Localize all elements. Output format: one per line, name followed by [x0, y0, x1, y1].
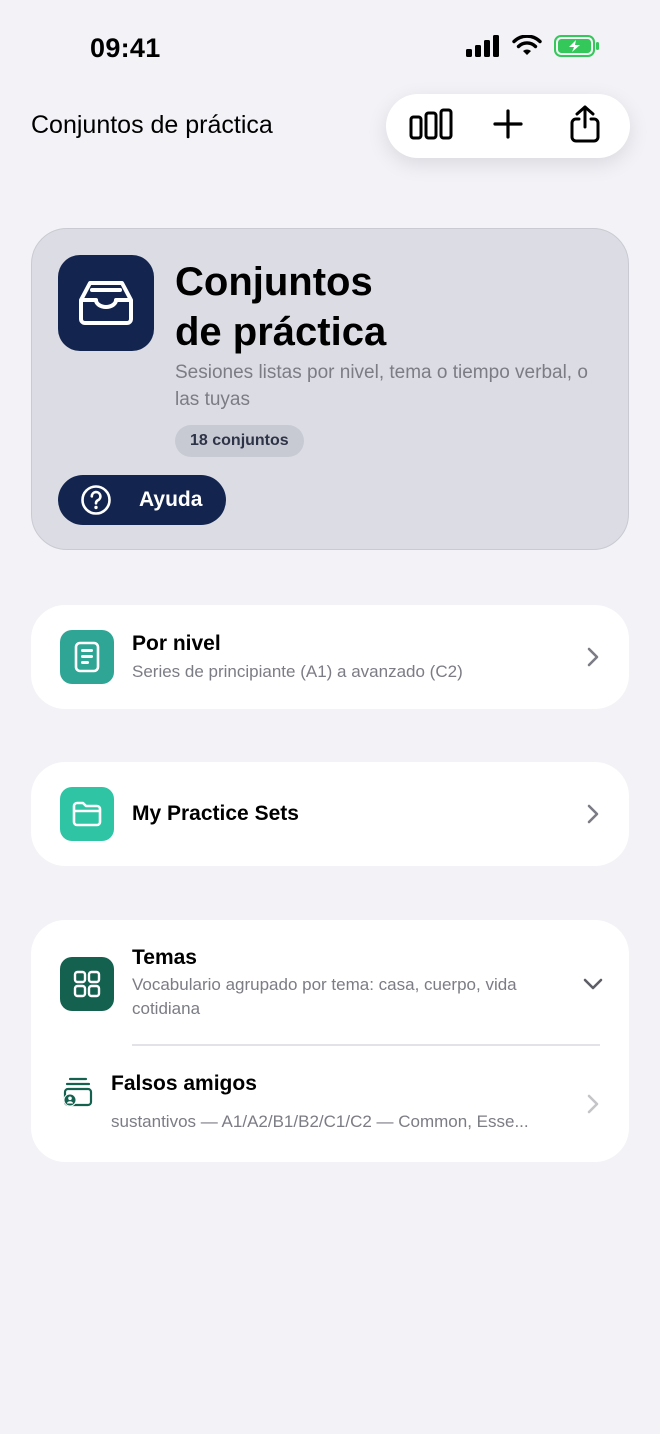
- falsos-amigos-title: Falsos amigos: [111, 1072, 257, 1095]
- hero-card: Conjuntos de práctica Sesiones listas po…: [31, 228, 629, 550]
- chevron-right-icon: [585, 645, 601, 669]
- help-label: Ayuda: [139, 488, 203, 511]
- status-bar: 09:41: [0, 0, 660, 90]
- themes-card: Temas Vocabulario agrupado por tema: cas…: [31, 920, 629, 1162]
- folder-icon: [60, 787, 114, 841]
- help-button[interactable]: Ayuda: [58, 475, 226, 525]
- my-sets-card: My Practice Sets: [31, 762, 629, 866]
- wifi-icon: [512, 34, 542, 62]
- plus-icon: [493, 108, 523, 144]
- chevron-right-icon: [585, 1092, 601, 1116]
- nav-toolbar: [386, 94, 630, 158]
- hero-title-line1: Conjuntos: [175, 260, 373, 304]
- chevron-right-icon: [585, 802, 601, 826]
- question-circle-icon: [80, 484, 112, 516]
- falsos-amigos-subtitle: sustantivos — A1/A2/B1/B2/C1/C2 — Common…: [111, 1112, 529, 1131]
- share-icon: [569, 105, 601, 148]
- hero-title: Conjuntos de práctica: [175, 257, 386, 357]
- cellular-signal-icon: [466, 35, 500, 62]
- add-button[interactable]: [478, 96, 538, 156]
- bar-chart-icon: [409, 108, 453, 145]
- status-time: 09:41: [90, 33, 161, 63]
- my-sets-row[interactable]: My Practice Sets: [31, 762, 629, 866]
- by-level-title: Por nivel: [132, 632, 221, 655]
- document-list-icon: [60, 630, 114, 684]
- by-level-card: Por nivel Series de principiante (A1) a …: [31, 605, 629, 709]
- by-level-subtitle: Series de principiante (A1) a avanzado (…: [132, 662, 463, 681]
- status-icons: [466, 34, 600, 62]
- themes-subtitle: Vocabulario agrupado por tema: casa, cue…: [132, 975, 517, 1018]
- share-button[interactable]: [555, 96, 615, 156]
- hero-subtitle: Sesiones listas por nivel, tema o tiempo…: [175, 362, 588, 410]
- themes-header-row[interactable]: Temas Vocabulario agrupado por tema: cas…: [31, 920, 629, 1044]
- hero-title-line2: de práctica: [175, 310, 387, 354]
- my-sets-title: My Practice Sets: [132, 802, 299, 825]
- stacked-cards-person-icon: [61, 1076, 93, 1108]
- grid-icon: [60, 957, 114, 1011]
- themes-item-row[interactable]: Falsos amigos sustantivos — A1/A2/B1/B2/…: [31, 1046, 629, 1162]
- chevron-down-icon: [583, 972, 603, 996]
- stats-button[interactable]: [401, 96, 461, 156]
- themes-title: Temas: [132, 946, 197, 969]
- nav-title: Conjuntos de práctica: [31, 111, 273, 139]
- battery-charging-icon: [554, 35, 600, 62]
- sets-count-badge: 18 conjuntos: [175, 425, 304, 457]
- inbox-tray-icon: [58, 255, 154, 351]
- by-level-row[interactable]: Por nivel Series de principiante (A1) a …: [31, 605, 629, 709]
